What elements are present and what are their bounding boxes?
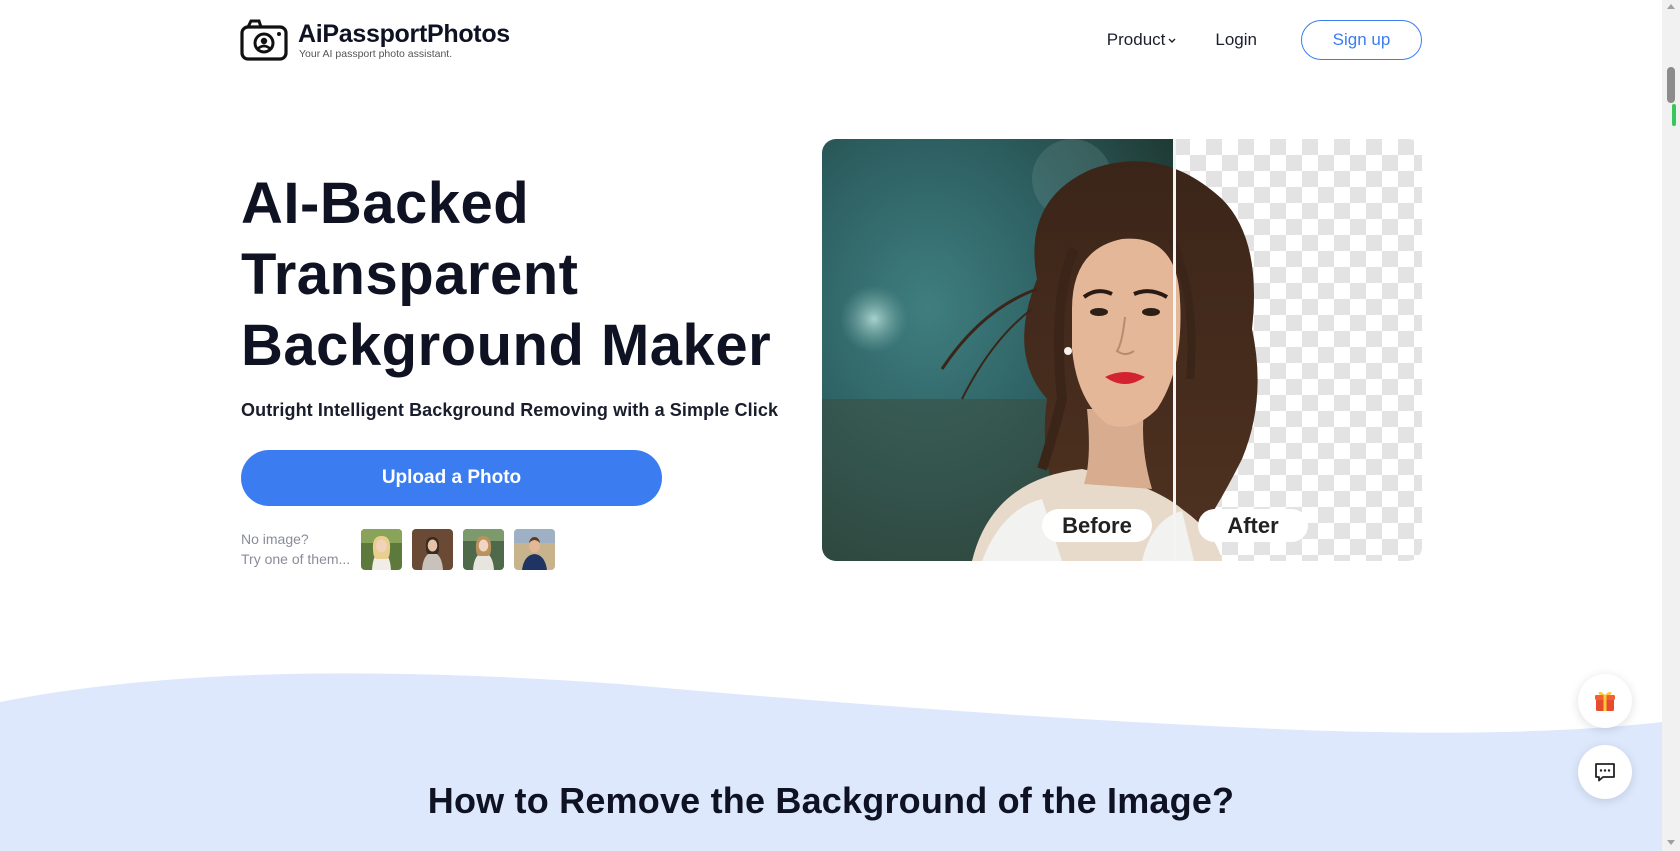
sample-photo-4[interactable] — [514, 529, 555, 570]
hero-title-line-3: Background Maker — [241, 313, 772, 378]
login-link[interactable]: Login — [1215, 30, 1257, 50]
upload-photo-button[interactable]: Upload a Photo — [241, 450, 662, 506]
nav-product-menu[interactable]: Product — [1107, 30, 1178, 50]
scroll-progress-indicator — [1672, 104, 1676, 126]
sample-photo-1[interactable] — [361, 529, 402, 570]
hero-title: AI-Backed Transparent Background Maker — [241, 168, 771, 381]
page-scrollbar[interactable] — [1662, 0, 1680, 851]
sample-prompt-line-1: No image? — [241, 531, 309, 547]
sample-photos — [361, 529, 555, 570]
sample-prompt-line-2: Try one of them... — [241, 551, 351, 567]
camera-icon — [240, 19, 288, 61]
signup-button[interactable]: Sign up — [1301, 20, 1422, 60]
sample-photo-3[interactable] — [463, 529, 504, 570]
sample-photo-2[interactable] — [412, 529, 453, 570]
before-after-image — [822, 139, 1422, 561]
main-nav: Product Login Sign up — [1107, 20, 1422, 60]
scroll-down-arrow-icon[interactable] — [1667, 840, 1675, 845]
hero-title-line-1: AI-Backed — [241, 171, 530, 236]
site-header: AiPassportPhotos Your AI passport photo … — [0, 0, 1662, 84]
brand-logo[interactable]: AiPassportPhotos Your AI passport photo … — [240, 18, 510, 62]
brand-tagline: Your AI passport photo assistant. — [299, 48, 453, 60]
hero-subtitle: Outright Intelligent Background Removing… — [241, 400, 779, 420]
chat-icon — [1595, 763, 1615, 782]
brand-name: AiPassportPhotos — [298, 20, 510, 48]
after-label: After — [1198, 509, 1308, 542]
hero-title-line-2: Transparent — [241, 242, 579, 307]
before-label: Before — [1042, 509, 1152, 542]
scrollbar-thumb[interactable] — [1667, 67, 1675, 103]
gift-button[interactable] — [1578, 674, 1632, 728]
how-to-section-title: How to Remove the Background of the Imag… — [427, 780, 1235, 821]
before-after-comparison — [822, 139, 1422, 561]
section-wave-background — [0, 673, 1662, 851]
sample-prompt: No image? Try one of them... — [241, 529, 350, 569]
gift-icon — [1595, 691, 1615, 711]
chevron-down-icon — [1168, 38, 1176, 43]
nav-product-label: Product — [1106, 30, 1166, 49]
scroll-up-arrow-icon[interactable] — [1667, 4, 1675, 9]
chat-button[interactable] — [1578, 745, 1632, 799]
